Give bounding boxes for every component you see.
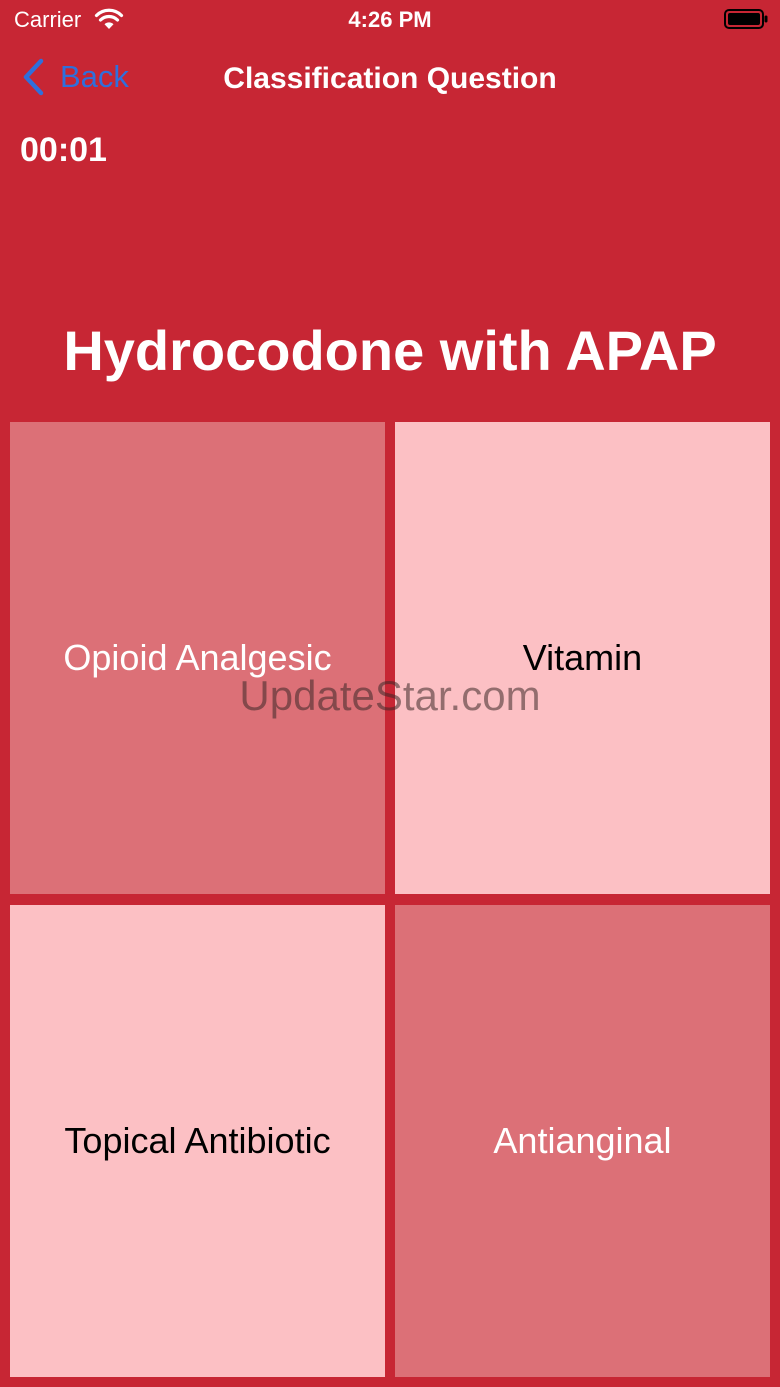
status-bar: Carrier 4:26 PM [0,0,780,40]
page-title: Classification Question [223,62,557,95]
timer: 00:01 [20,131,107,169]
answer-label: Vitamin [522,637,643,678]
question-text: Hydrocodone with APAP [63,319,717,382]
navigation-bar: Back Classification Question [0,48,780,112]
answer-option-topical-antibiotic[interactable]: Topical Antibiotic [10,905,385,1377]
answer-option-opioid-analgesic[interactable]: Opioid Analgesic [10,422,385,894]
answer-option-antianginal[interactable]: Antianginal [395,905,770,1377]
answer-label: Opioid Analgesic [63,637,332,678]
battery-icon [724,9,768,29]
status-time: 4:26 PM [348,7,432,32]
answer-label: Antianginal [493,1120,672,1161]
answer-option-vitamin[interactable]: Vitamin [395,422,770,894]
answer-label: Topical Antibiotic [64,1120,331,1161]
